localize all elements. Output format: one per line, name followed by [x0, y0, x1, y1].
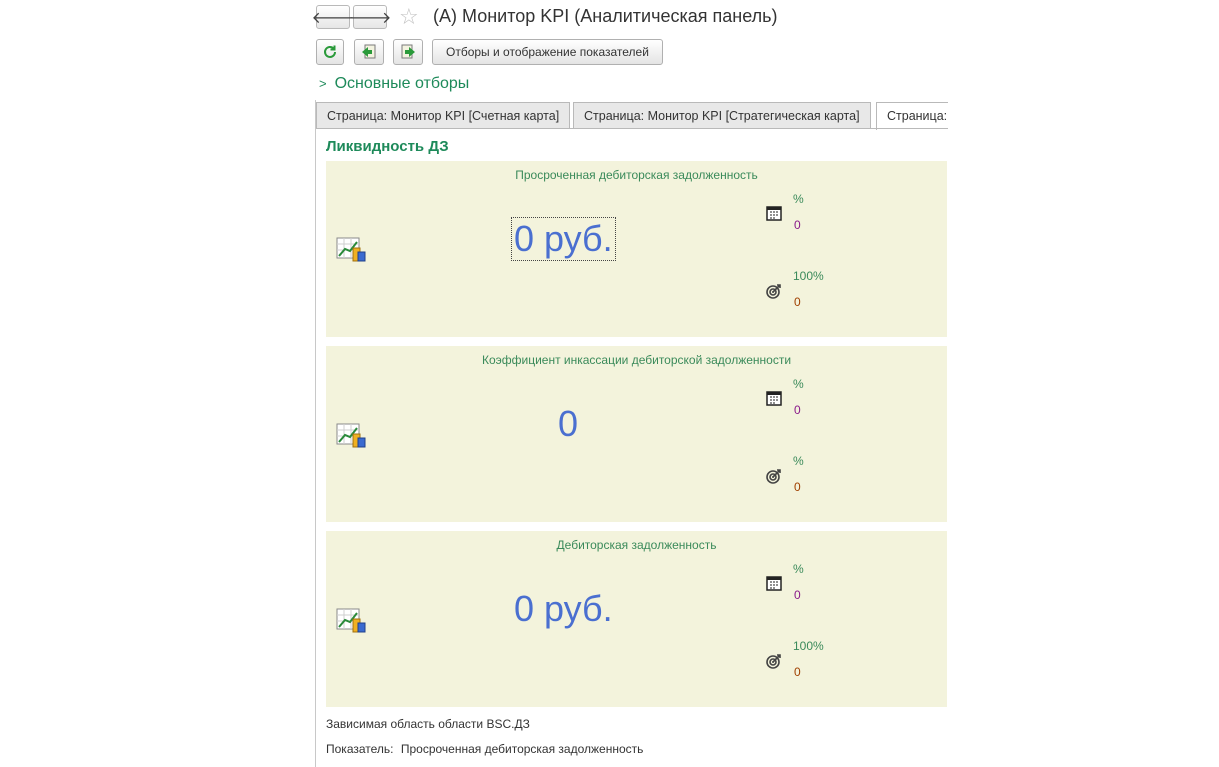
chart-icon[interactable]	[336, 608, 366, 634]
target-icon	[766, 469, 781, 484]
tab-strategy-map[interactable]: Страница: Монитор KPI [Стратегическая ка…	[573, 102, 871, 129]
indicator-row: Показатель: Просроченная дебиторская зад…	[326, 742, 643, 756]
forward-arrow-icon: 🡒	[348, 9, 392, 27]
main-filters-label: Основные отборы	[334, 75, 470, 92]
tab-active-page[interactable]: Страница:	[876, 102, 948, 130]
target-percent: %	[793, 454, 804, 468]
kpi-panel-overdue-receivables: Просроченная дебиторская задолженность 0…	[326, 161, 947, 337]
target-value: 0	[794, 295, 801, 309]
window-title: (А) Монитор KPI (Аналитическая панель)	[433, 6, 778, 26]
period-value: 0	[794, 588, 801, 602]
import-button[interactable]	[393, 39, 423, 65]
indicator-label: Показатель:	[326, 742, 394, 756]
filters-display-button[interactable]: Отборы и отображение показателей	[432, 39, 663, 65]
period-percent: %	[793, 562, 804, 576]
kpi-value[interactable]: 0 руб.	[511, 217, 616, 261]
period-value: 0	[794, 218, 801, 232]
dependent-area-label: Зависимая область области BSC.ДЗ	[326, 717, 530, 731]
calendar-icon	[766, 576, 782, 591]
target-value: 0	[794, 480, 801, 494]
kpi-panel-title: Дебиторская задолженность	[556, 538, 717, 552]
kpi-panel-title: Просроченная дебиторская задолженность	[515, 168, 758, 182]
import-icon	[401, 44, 415, 59]
main-filters-toggle[interactable]: > Основные отборы	[319, 75, 469, 93]
chart-icon[interactable]	[336, 237, 366, 263]
chart-icon[interactable]	[336, 423, 366, 449]
refresh-icon	[324, 45, 336, 58]
export-button[interactable]	[354, 39, 384, 65]
indicator-value[interactable]: Просроченная дебиторская задолженность	[401, 742, 644, 756]
forward-button[interactable]: 🡒	[349, 5, 391, 29]
kpi-panel-title: Коэффициент инкассации дебиторской задол…	[481, 353, 792, 367]
period-value: 0	[794, 403, 801, 417]
back-button[interactable]: 🡐	[312, 5, 354, 29]
period-percent: %	[793, 192, 804, 206]
tab-scorecard[interactable]: Страница: Монитор KPI [Счетная карта]	[316, 102, 571, 129]
target-percent: 100%	[793, 639, 824, 653]
chevron-right-icon: >	[319, 76, 327, 91]
period-percent: %	[793, 377, 804, 391]
refresh-button[interactable]	[316, 39, 344, 65]
target-icon	[766, 284, 781, 299]
calendar-icon	[766, 206, 782, 221]
kpi-value[interactable]: 0	[558, 403, 578, 445]
kpi-panel-receivables: Дебиторская задолженность 0 руб. % 0 100…	[326, 531, 947, 707]
tabs-underline	[316, 128, 948, 129]
export-icon	[362, 44, 376, 59]
kpi-value[interactable]: 0 руб.	[514, 588, 613, 630]
target-icon	[766, 654, 781, 669]
favorite-star-icon[interactable]: ☆	[399, 5, 419, 29]
target-percent: 100%	[793, 269, 824, 283]
section-title: Ликвидность ДЗ	[326, 138, 449, 155]
kpi-panel-collection-ratio: Коэффициент инкассации дебиторской задол…	[326, 346, 947, 522]
target-value: 0	[794, 665, 801, 679]
form-left-border	[315, 100, 316, 767]
calendar-icon	[766, 391, 782, 406]
